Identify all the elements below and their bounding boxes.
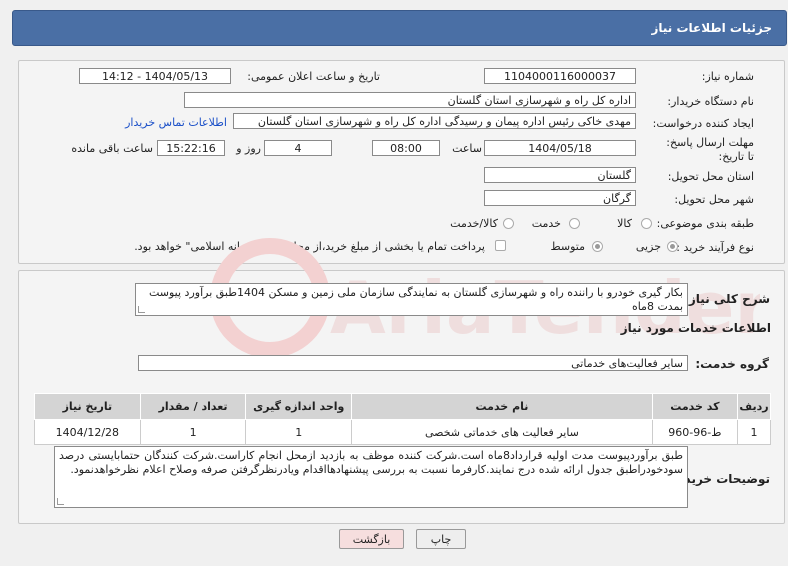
city-label: شهر محل تحویل: [674,193,754,206]
col-service-code: کد خدمت [651,393,738,420]
service-group-field: سایر فعالیت‌های خدماتی [138,355,688,371]
description-textarea[interactable]: بکار گیری خودرو با راننده راه و شهرسازی … [135,283,688,316]
col-row-number: ردیف [736,393,772,420]
cell-quantity: 1 [139,419,247,445]
back-button[interactable]: بازگشت [339,529,404,549]
col-quantity: تعداد / مقدار [139,393,247,420]
cell-service-name: سایر فعالیت های خدماتی شخصی [351,419,653,445]
process-medium-label: متوسط [550,240,585,253]
cell-unit: 1 [245,419,353,445]
city-field: گرگان [484,190,636,206]
remaining-label: ساعت باقی مانده [71,142,153,155]
province-label: استان محل تحویل: [667,170,754,183]
cell-service-code: ط-96-960 [651,419,738,445]
time-label: ساعت [452,142,482,155]
description-text: بکار گیری خودرو با راننده راه و شهرسازی … [148,286,683,313]
buyer-label: نام دستگاه خریدار: [667,95,754,108]
col-service-name: نام خدمت [351,393,653,420]
payment-note: پرداخت تمام یا بخشی از مبلغ خرید،از محل … [134,240,485,253]
creator-field: مهدی خاکی رئیس اداره پیمان و رسیدگی ادار… [233,113,636,129]
need-number-field: 1104000116000037 [484,68,636,84]
col-unit: واحد اندازه گیری [245,393,353,420]
category-goods-service-radio[interactable] [503,218,514,229]
process-minor-label: جزیی [635,240,661,253]
category-goods-service-label: کالا/خدمت [450,217,498,230]
process-medium-radio[interactable] [592,241,603,252]
announce-field: 1404/05/13 - 14:12 [79,68,231,84]
creator-label: ایجاد کننده درخواست: [652,117,754,130]
days-field: 4 [264,140,332,156]
print-button[interactable]: چاپ [416,529,466,549]
process-minor-radio[interactable] [667,241,678,252]
resize-handle-icon[interactable] [138,306,145,313]
resize-handle-icon[interactable] [57,498,64,505]
description-label: شرح کلی نیاز: [684,292,770,306]
days-label: روز و [236,142,261,155]
category-service-radio[interactable] [569,218,580,229]
col-need-date: تاریخ نیاز [34,393,141,420]
cell-row-number: 1 [736,419,772,445]
remaining-time-field: 15:22:16 [157,140,225,156]
province-field: گلستان [484,167,636,183]
category-label: طبقه بندی موضوعی: [656,217,754,230]
treasury-checkbox[interactable] [495,240,506,251]
services-section-title: اطلاعات خدمات مورد نیاز [620,321,771,335]
category-service-label: خدمت [531,217,561,230]
cell-need-date: 1404/12/28 [34,419,141,445]
table-header-row: ردیف کد خدمت نام خدمت واحد اندازه گیری ت… [34,393,772,420]
contact-info-link[interactable]: اطلاعات تماس خریدار [125,116,227,129]
need-number-label: شماره نیاز: [701,70,754,83]
deadline-date-field: 1404/05/18 [484,140,636,156]
deadline-time-field: 08:00 [372,140,440,156]
category-goods-label: کالا [617,217,632,230]
buyer-notes-textarea[interactable]: طبق برآوردپیوست مدت اولیه قرارداد8ماه اس… [54,446,688,508]
buyer-notes-text: طبق برآوردپیوست مدت اولیه قرارداد8ماه اس… [59,449,683,476]
buyer-field: اداره کل راه و شهرسازی استان گلستان [184,92,636,108]
category-goods-radio[interactable] [641,218,652,229]
announce-label: تاریخ و ساعت اعلان عمومی: [247,70,380,83]
page-header: جزئیات اطلاعات نیاز [12,10,787,46]
deadline-label: مهلت ارسال پاسخ: تا تاریخ: [666,136,754,163]
table-row: 1 ط-96-960 سایر فعالیت های خدماتی شخصی 1… [34,419,772,445]
process-label: نوع فرآیند خرید : [676,241,754,254]
service-group-label: گروه خدمت: [695,357,769,371]
services-table: ردیف کد خدمت نام خدمت واحد اندازه گیری ت… [34,393,772,445]
page-title: جزئیات اطلاعات نیاز [651,21,772,35]
